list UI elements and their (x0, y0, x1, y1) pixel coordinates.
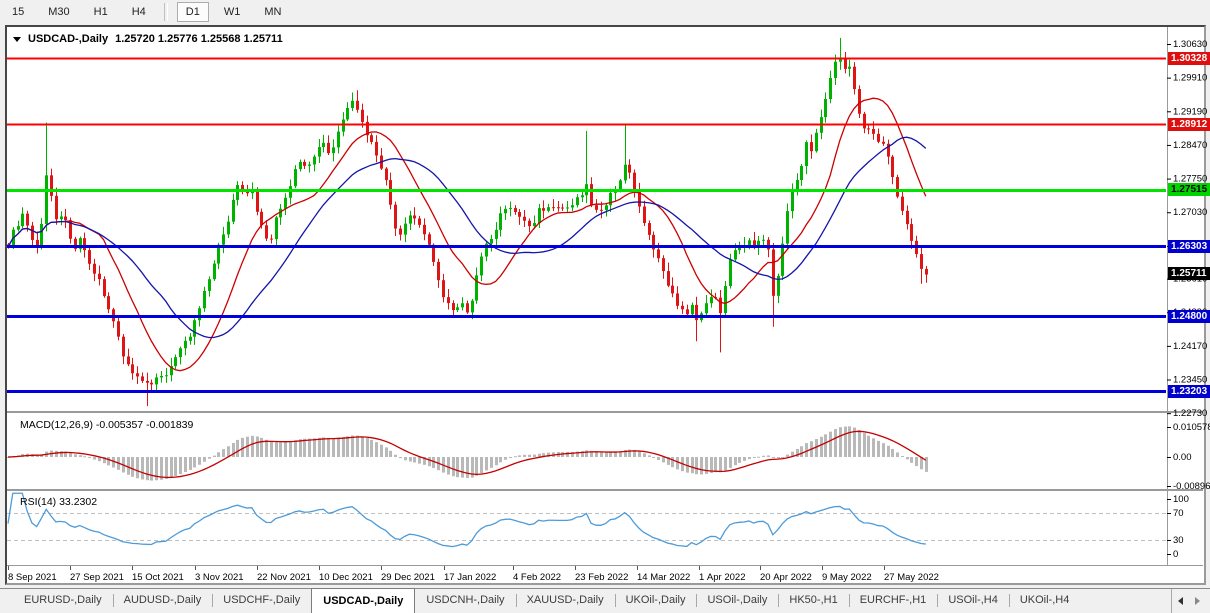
price-chart-canvas[interactable] (0, 0, 1210, 613)
tab-scroll-left-icon[interactable] (1178, 597, 1183, 605)
symbol-tab-usdchf-daily[interactable]: USDCHF-,Daily (212, 589, 311, 613)
price-level-badge-1.26303: 1.26303 (1168, 240, 1210, 253)
symbol-tab-eurchf-h1[interactable]: EURCHF-,H1 (849, 589, 938, 613)
chart-symbol-label: USDCAD-,Daily (28, 33, 108, 45)
symbol-tab-usoil-daily[interactable]: USOil-,Daily (696, 589, 778, 613)
price-level-badge-1.30328: 1.30328 (1168, 52, 1210, 65)
symbol-tab-xauusd-daily[interactable]: XAUUSD-,Daily (516, 589, 615, 613)
price-level-badge-1.24800: 1.24800 (1168, 310, 1210, 323)
chart-title: USDCAD-,Daily 1.25720 1.25776 1.25568 1.… (13, 33, 283, 45)
symbol-tab-hk50-h1[interactable]: HK50-,H1 (778, 589, 848, 613)
symbol-tab-audusd-daily[interactable]: AUDUSD-,Daily (113, 589, 213, 613)
symbol-tab-ukoil-daily[interactable]: UKOil-,Daily (615, 589, 697, 613)
chart-dropdown-icon[interactable] (13, 37, 21, 42)
price-level-badge-1.27515: 1.27515 (1168, 183, 1210, 196)
current-price-badge: 1.25711 (1168, 267, 1210, 280)
symbol-tab-ukoil-h4[interactable]: UKOil-,H4 (1009, 589, 1081, 613)
price-level-badge-1.23203: 1.23203 (1168, 385, 1210, 398)
tab-scroll-right-icon[interactable] (1195, 597, 1200, 605)
trading-terminal: 15M30H1H4D1W1MN USDCAD-,Daily 1.25720 1.… (0, 0, 1210, 613)
symbol-tabbar: EURUSD-,DailyAUDUSD-,DailyUSDCHF-,DailyU… (0, 588, 1210, 613)
price-level-badge-1.28912: 1.28912 (1168, 118, 1210, 131)
tab-scroll-buttons (1171, 589, 1206, 613)
macd-indicator-label: MACD(12,26,9) -0.005357 -0.001839 (20, 419, 193, 431)
symbol-tab-usdcnh-daily[interactable]: USDCNH-,Daily (415, 589, 515, 613)
rsi-indicator-label: RSI(14) 33.2302 (20, 496, 97, 508)
chart-ohlc-values: 1.25720 1.25776 1.25568 1.25711 (115, 33, 283, 45)
symbol-tab-usdcad-daily[interactable]: USDCAD-,Daily (311, 588, 415, 613)
symbol-tab-eurusd-daily[interactable]: EURUSD-,Daily (13, 589, 113, 613)
symbol-tab-usoil-h4[interactable]: USOil-,H4 (937, 589, 1009, 613)
